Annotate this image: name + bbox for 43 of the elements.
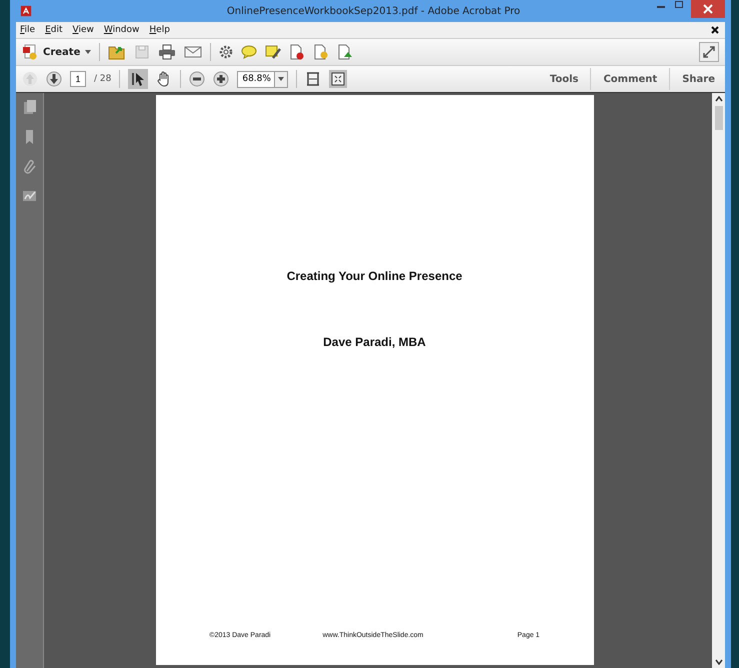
paperclip-icon[interactable] xyxy=(22,159,36,175)
menu-item[interactable]: Help xyxy=(149,25,170,35)
gear-icon[interactable] xyxy=(219,45,234,59)
zoom-dropdown[interactable]: 68.8% xyxy=(237,70,288,88)
scroll-up-icon[interactable] xyxy=(714,96,722,102)
document-author: Dave Paradi, MBA xyxy=(323,335,426,349)
speech-bubble-icon[interactable] xyxy=(241,45,258,59)
zoom-out-icon[interactable] xyxy=(189,71,206,87)
pane-tab[interactable]: Comment xyxy=(599,74,662,84)
document-icon[interactable] xyxy=(289,44,306,60)
menu-item[interactable]: File xyxy=(20,25,36,35)
pages-icon[interactable] xyxy=(22,99,36,115)
document-title: Creating Your Online Presence xyxy=(286,269,462,283)
scrollbar[interactable] xyxy=(712,93,725,668)
folder-icon[interactable] xyxy=(108,44,126,60)
pane-tab[interactable]: Share xyxy=(678,74,719,84)
create-pdf-icon xyxy=(22,44,38,60)
expand-icon[interactable] xyxy=(699,42,719,62)
scroll-down-icon[interactable] xyxy=(714,659,722,665)
app-icon xyxy=(20,5,32,17)
fit-width-icon[interactable] xyxy=(305,71,322,87)
menu-item[interactable]: Window xyxy=(104,25,140,35)
scroll-thumb[interactable] xyxy=(714,106,722,130)
select-cursor-icon[interactable] xyxy=(128,69,148,89)
zoom-in-icon[interactable] xyxy=(213,71,230,87)
close-icon[interactable] xyxy=(711,26,719,34)
print-icon[interactable] xyxy=(158,44,176,60)
menu-item[interactable]: View xyxy=(72,25,94,35)
fit-page-icon[interactable] xyxy=(329,70,348,88)
pane-tab[interactable]: Tools xyxy=(546,74,582,84)
create-button[interactable]: Create xyxy=(22,44,92,60)
window-title: OnlinePresenceWorkbookSep2013.pdf - Adobe Acrobat Pro xyxy=(226,6,520,16)
mail-icon[interactable] xyxy=(184,45,202,59)
caret-icon xyxy=(85,50,92,54)
document-icon[interactable] xyxy=(313,44,330,60)
document-icon[interactable] xyxy=(337,44,354,60)
page-number-field[interactable]: 1 xyxy=(70,71,86,87)
signature-icon[interactable] xyxy=(22,189,38,203)
page-count: / 28 xyxy=(94,74,112,84)
maximize-icon[interactable] xyxy=(673,0,685,10)
menu-item[interactable]: Edit xyxy=(45,25,63,35)
caret-icon xyxy=(278,77,284,81)
highlight-icon[interactable] xyxy=(265,44,282,60)
